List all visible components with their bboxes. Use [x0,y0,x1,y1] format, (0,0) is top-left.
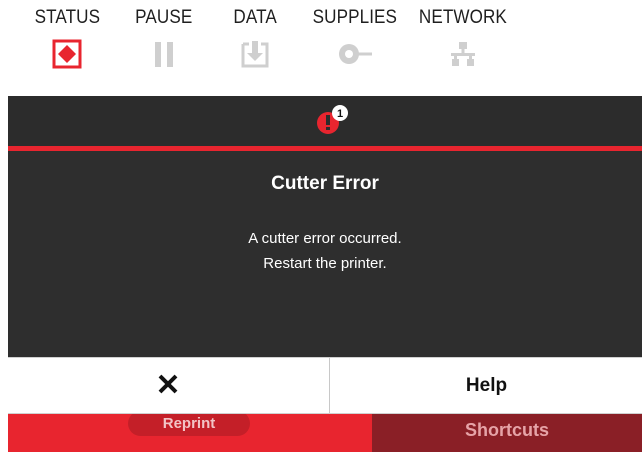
indicator-status-label: STATUS [34,7,100,28]
dialog-message-line1: A cutter error occurred. [248,230,402,247]
alert-count: 1 [337,108,343,120]
alert-bar: 1 [8,96,642,151]
dialog-message-line2: Restart the printer. [263,255,387,272]
dialog-button-row: Help [8,357,642,414]
indicator-supplies: SUPPLIES [300,7,410,87]
cutter-error-dialog: Cutter Error A cutter error occurred. Re… [8,151,642,414]
indicator-pause: PAUSE [124,7,204,87]
shortcuts-label: Shortcuts [464,420,549,440]
status-indicator-bar: STATUS PAUSE DATA SUPPLIES NETWORK [0,0,642,90]
close-button[interactable] [8,358,328,413]
status-diamond-icon [52,37,82,71]
indicator-supplies-label: SUPPLIES [312,7,398,28]
help-button-label: Help [465,374,508,396]
close-x-icon [157,373,179,399]
indicator-pause-label: PAUSE [135,7,193,28]
supplies-roll-icon [335,37,375,71]
indicator-network-label: NETWORK [418,7,508,28]
indicator-status: STATUS [22,7,112,87]
dialog-title: Cutter Error [271,173,379,194]
printer-display: 1 Reprint Shortcuts Cutter Error A cutte… [8,96,642,452]
help-button[interactable]: Help [329,358,642,413]
alert-exclamation-icon[interactable]: 1 [314,104,354,138]
reprint-button[interactable]: Reprint [128,411,250,436]
indicator-data: DATA [215,7,295,87]
network-icon [448,37,478,71]
indicator-network: NETWORK [398,7,528,87]
data-download-icon [239,37,271,71]
pause-icon [149,37,179,71]
indicator-data-label: DATA [233,7,277,28]
